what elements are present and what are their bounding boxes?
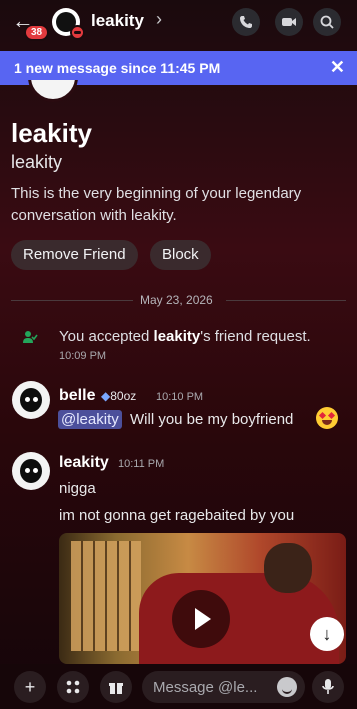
voice-call-button[interactable] [232,8,260,36]
message-text: im not gonna get ragebaited by you [59,507,295,524]
profile-avatar [28,80,78,102]
plus-icon[interactable]: + [14,671,46,703]
apps-icon [66,680,80,694]
message-author[interactable]: leakity [59,454,109,472]
play-icon[interactable] [172,590,230,648]
timestamp: 10:10 PM [156,391,204,403]
search-icon [320,15,334,29]
user-mention[interactable]: @leakity [58,410,122,429]
heart-eyes-emoji-icon [316,407,338,429]
channel-header: ← 38 leakity › [0,0,357,44]
channel-title[interactable]: leakity [91,11,144,31]
mic-button[interactable] [312,671,344,703]
system-message: You accepted leakity's friend request. [59,328,311,345]
message-text: nigga [59,480,96,497]
search-button[interactable] [313,8,341,36]
date-divider: May 23, 2026 [140,293,213,307]
gift-button[interactable] [100,671,132,703]
message-input[interactable]: Message @le... [142,671,305,703]
status-dnd-icon [70,25,85,40]
avatar[interactable] [12,452,50,490]
block-button[interactable]: Block [150,240,211,270]
emoji-icon[interactable] [277,677,297,697]
gift-icon [109,683,123,694]
profile-display-name: leakity [11,118,92,148]
gem-icon: ◆ [101,389,111,403]
divider [11,300,133,301]
remove-friend-button[interactable]: Remove Friend [11,240,138,270]
timestamp: 10:11 PM [118,458,165,470]
message-text: Will you be my boyfriend [130,411,294,428]
timestamp: 10:09 PM [59,350,107,362]
apps-button[interactable] [57,671,89,703]
guild-tag[interactable]: ◆80oz [101,389,136,403]
system-message-user[interactable]: leakity [154,328,201,345]
profile-username: leakity [11,152,63,172]
divider [226,300,346,301]
avatar[interactable] [12,381,50,419]
mic-icon [322,679,334,694]
chevron-right-icon[interactable]: › [156,9,162,30]
banner-text[interactable]: 1 new message since 11:45 PM [14,60,220,76]
message-author[interactable]: belle [59,387,95,405]
jump-down-icon[interactable]: ↓ [310,617,344,651]
friend-accept-icon [23,331,38,343]
video-call-button[interactable] [275,8,303,36]
message-placeholder: Message @le... [153,679,258,696]
conversation-intro: This is the very beginning of your legen… [11,185,302,224]
video-call-icon [282,18,296,26]
voice-call-icon [240,16,252,28]
unread-badge: 38 [24,24,50,41]
close-icon[interactable]: ✕ [330,57,345,78]
